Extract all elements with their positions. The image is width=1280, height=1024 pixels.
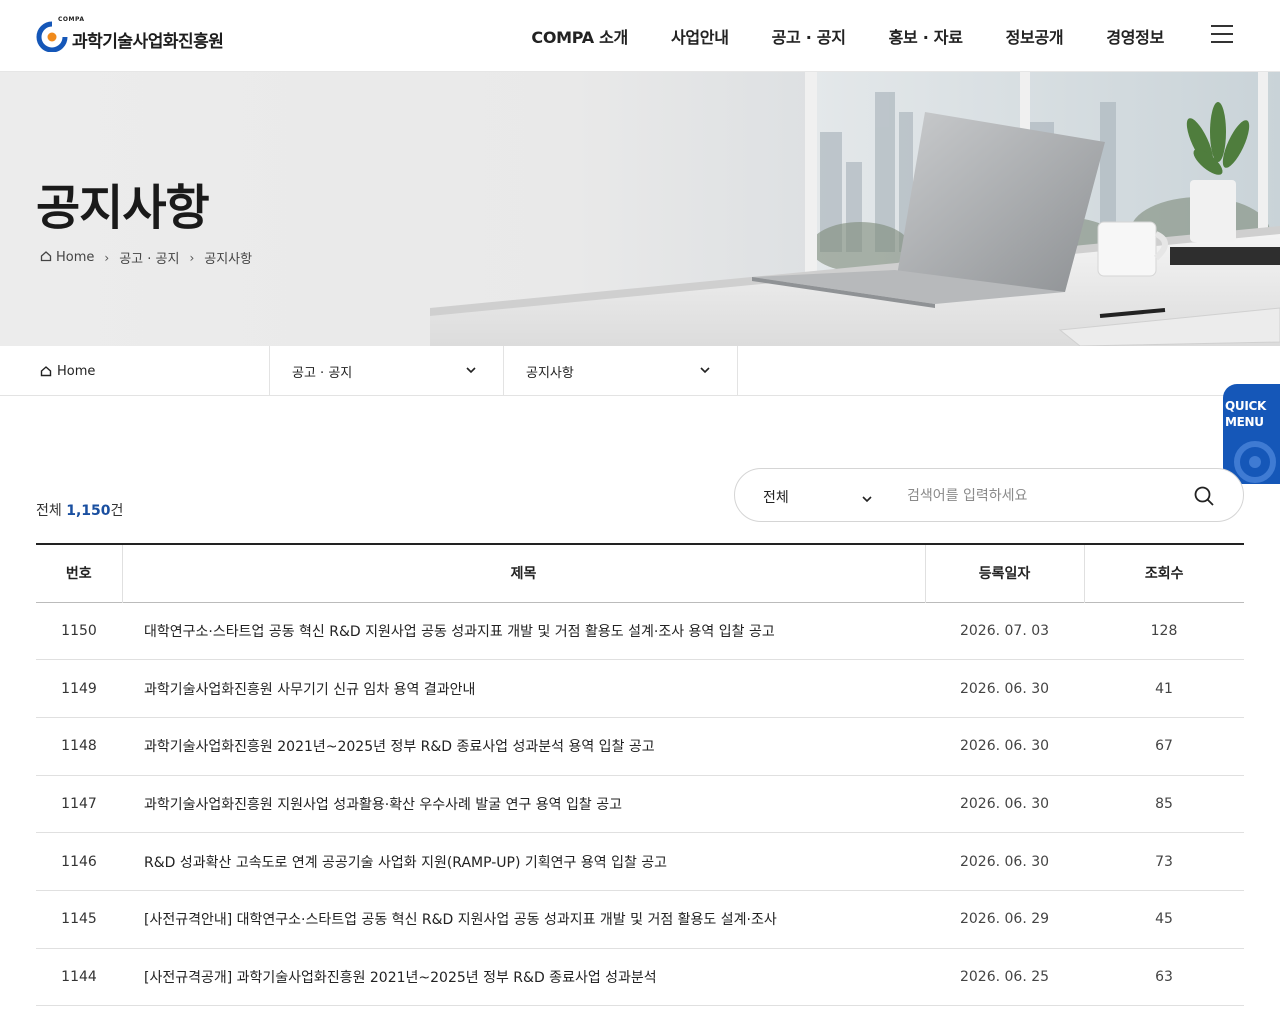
quick-menu-label: QUICK MENU xyxy=(1225,399,1267,429)
table-row[interactable]: 1144 [사전규격공개] 과학기술사업화진흥원 2021년~2025년 정부 … xyxy=(36,948,1244,1007)
row-number: 1149 xyxy=(36,659,122,718)
logo-text: 과학기술사업화진흥원 xyxy=(72,31,224,52)
total-count-number: 1,150 xyxy=(66,503,111,519)
column-header-date: 등록일자 xyxy=(925,544,1085,602)
chevron-right-icon: › xyxy=(104,250,110,265)
nav-item-business[interactable]: 사업안내 xyxy=(671,24,729,48)
row-title-link[interactable]: [사전규격안내] 대학연구소·스타트업 공동 혁신 R&D 지원사업 공동 성과… xyxy=(122,890,925,949)
breadcrumb: Home › 공고 · 공지 › 공지사항 xyxy=(40,248,252,267)
row-date: 2026. 06. 30 xyxy=(925,717,1084,776)
total-count: 전체 1,150건 xyxy=(36,503,124,519)
row-date: 2026. 06. 30 xyxy=(925,832,1084,891)
breadcrumb-current[interactable]: 공지사항 xyxy=(204,248,252,267)
chevron-down-icon[interactable] xyxy=(861,490,873,509)
chevron-right-icon: › xyxy=(189,250,195,265)
row-views: 45 xyxy=(1084,890,1244,949)
row-date: 2026. 06. 29 xyxy=(925,890,1084,949)
row-title-link[interactable]: 대학연구소·스타트업 공동 혁신 R&D 지원사업 공동 성과지표 개발 및 거… xyxy=(122,602,925,661)
row-views: 41 xyxy=(1084,659,1244,718)
home-icon xyxy=(40,250,52,266)
row-views: 85 xyxy=(1084,775,1244,834)
home-icon xyxy=(40,365,52,377)
location-home-label: Home xyxy=(57,363,96,379)
nav-item-management[interactable]: 경영정보 xyxy=(1106,24,1164,48)
location-dropdown-level1[interactable]: 공고 · 공지 xyxy=(270,346,504,396)
search-input[interactable] xyxy=(907,479,1187,513)
row-date: 2026. 06. 25 xyxy=(925,948,1084,1007)
row-title-link[interactable]: 과학기술사업화진흥원 사무기기 신규 임차 용역 결과안내 xyxy=(122,659,925,718)
site-logo[interactable]: COMPA 과학기술사업화진흥원 xyxy=(36,16,224,52)
table-row[interactable]: 1149 과학기술사업화진흥원 사무기기 신규 임차 용역 결과안내 2026.… xyxy=(36,659,1244,718)
row-date: 2026. 07. 03 xyxy=(925,602,1084,661)
breadcrumb-home[interactable]: Home xyxy=(56,250,94,265)
breadcrumb-section[interactable]: 공고 · 공지 xyxy=(119,248,179,267)
row-views: 67 xyxy=(1084,717,1244,776)
table-row[interactable]: 1147 과학기술사업화진흥원 지원사업 성과활용·확산 우수사례 발굴 연구 … xyxy=(36,775,1244,834)
location-level2-label: 공지사항 xyxy=(526,365,574,381)
nav-item-notices[interactable]: 공고 · 공지 xyxy=(772,24,846,48)
chevron-down-icon xyxy=(699,364,711,380)
table-row[interactable]: 1145 [사전규격안내] 대학연구소·스타트업 공동 혁신 R&D 지원사업 … xyxy=(36,890,1244,949)
column-header-no: 번호 xyxy=(65,566,92,583)
location-dropdown-level2[interactable]: 공지사항 xyxy=(504,346,738,396)
logo-mark-icon: COMPA xyxy=(36,16,84,52)
row-title-link[interactable]: [사전규격공개] 과학기술사업화진흥원 2021년~2025년 정부 R&D 종… xyxy=(122,948,925,1007)
nav-item-pr[interactable]: 홍보 · 자료 xyxy=(889,24,963,48)
nav-item-about[interactable]: COMPA 소개 xyxy=(531,24,628,48)
row-views: 63 xyxy=(1084,948,1244,1007)
hero-banner: 공지사항 Home › 공고 · 공지 › 공지사항 xyxy=(0,72,1280,346)
row-number: 1147 xyxy=(36,775,122,834)
row-number: 1150 xyxy=(36,602,122,661)
row-views: 128 xyxy=(1084,602,1244,661)
nav-item-disclosure[interactable]: 정보공개 xyxy=(1006,24,1064,48)
notice-table: 번호 제목 등록일자 조회수 1150 대학연구소·스타트업 공동 혁신 R&D… xyxy=(36,543,1244,1007)
column-header-title: 제목 xyxy=(121,544,926,602)
location-level1-label: 공고 · 공지 xyxy=(292,365,353,381)
row-views: 73 xyxy=(1084,832,1244,891)
location-home[interactable]: Home xyxy=(0,346,270,396)
search-icon[interactable] xyxy=(1193,485,1215,507)
logo-sup-text: COMPA xyxy=(58,16,85,23)
table-row[interactable]: 1148 과학기술사업화진흥원 2021년~2025년 정부 R&D 종료사업 … xyxy=(36,717,1244,776)
search-scope-select[interactable]: 전체 xyxy=(763,487,789,507)
row-number: 1144 xyxy=(36,948,122,1007)
location-bar: Home 공고 · 공지 공지사항 xyxy=(0,346,1280,396)
row-title-link[interactable]: 과학기술사업화진흥원 지원사업 성과활용·확산 우수사례 발굴 연구 용역 입찰… xyxy=(122,775,925,834)
table-row[interactable]: 1146 R&D 성과확산 고속도로 연계 공공기술 사업화 지원(RAMP-U… xyxy=(36,832,1244,891)
row-number: 1146 xyxy=(36,832,122,891)
quick-menu-button[interactable]: QUICK MENU xyxy=(1223,384,1280,484)
row-title-link[interactable]: R&D 성과확산 고속도로 연계 공공기술 사업화 지원(RAMP-UP) 기획… xyxy=(122,832,925,891)
menu-hamburger-icon[interactable] xyxy=(1211,25,1233,45)
chevron-down-icon xyxy=(465,364,477,380)
search-bar: 전체 xyxy=(734,468,1244,522)
main-nav: COMPA 소개 사업안내 공고 · 공지 홍보 · 자료 정보공개 경영정보 xyxy=(488,0,1164,72)
table-header-row: 번호 제목 등록일자 조회수 xyxy=(36,544,1244,602)
page-title: 공지사항 xyxy=(36,180,210,236)
table-row[interactable]: 1150 대학연구소·스타트업 공동 혁신 R&D 지원사업 공동 성과지표 개… xyxy=(36,602,1244,661)
row-number: 1145 xyxy=(36,890,122,949)
column-header-views: 조회수 xyxy=(1144,566,1184,583)
site-header: COMPA 과학기술사업화진흥원 COMPA 소개 사업안내 공고 · 공지 홍… xyxy=(0,0,1280,72)
row-date: 2026. 06. 30 xyxy=(925,775,1084,834)
row-number: 1148 xyxy=(36,717,122,776)
row-date: 2026. 06. 30 xyxy=(925,659,1084,718)
row-title-link[interactable]: 과학기술사업화진흥원 2021년~2025년 정부 R&D 종료사업 성과분석 … xyxy=(122,717,925,776)
